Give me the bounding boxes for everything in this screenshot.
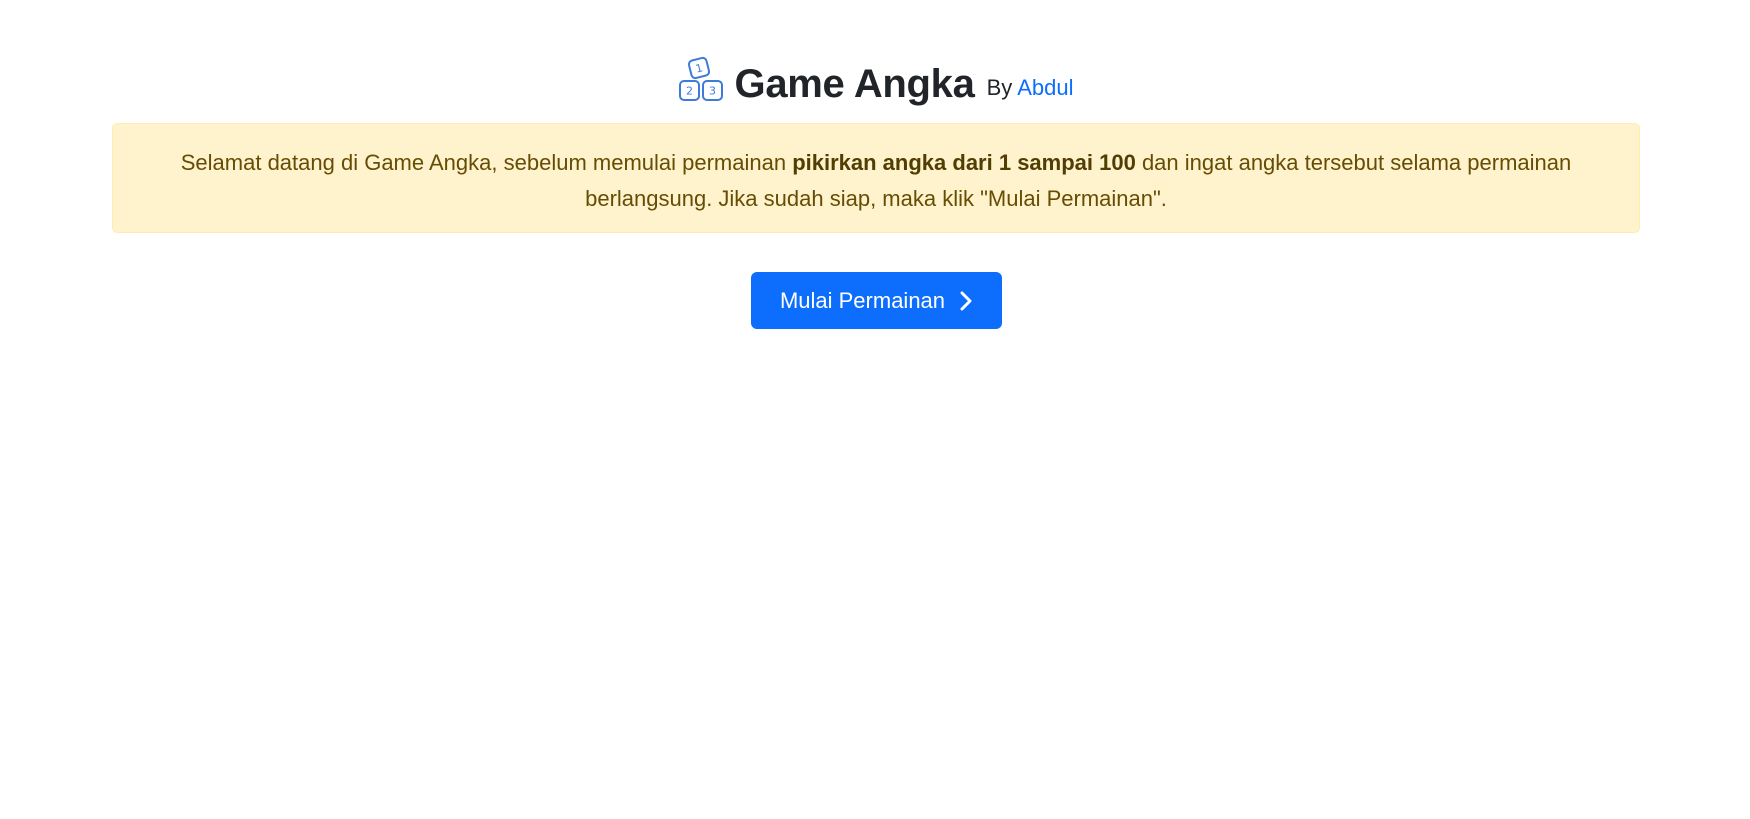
author-link[interactable]: Abdul: [1017, 75, 1073, 100]
chevron-right-icon: [960, 291, 972, 310]
start-game-label: Mulai Permainan: [779, 287, 946, 313]
welcome-alert: Selamat datang di Game Angka, sebelum me…: [112, 123, 1640, 233]
alert-text-before: Selamat datang di Game Angka, sebelum me…: [180, 150, 793, 175]
start-game-button[interactable]: Mulai Permainan: [751, 272, 1002, 329]
page-header: 1 2 3 Game Angka By Abdul: [0, 52, 1750, 108]
page-title: Game Angka: [734, 62, 975, 106]
page: 1 2 3 Game Angka By Abdul Selamat datang…: [0, 0, 1750, 819]
logo-digit-3: 3: [709, 85, 716, 98]
byline: By Abdul: [987, 74, 1074, 102]
number-blocks-icon: 1 2 3: [678, 56, 723, 101]
by-label: By: [986, 75, 1013, 100]
logo-digit-2: 2: [686, 85, 693, 98]
logo-digit-1: 1: [694, 61, 704, 75]
alert-text-bold: pikirkan angka dari 1 sampai 100: [792, 150, 1136, 175]
